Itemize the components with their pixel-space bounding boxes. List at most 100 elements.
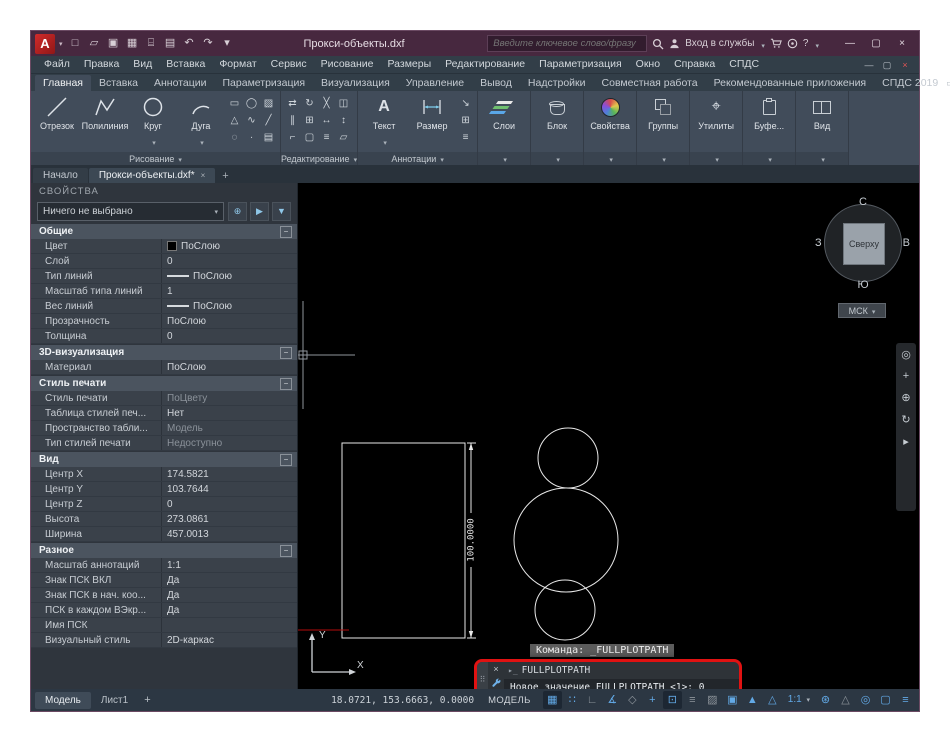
draw-panel-label[interactable]: Рисование <box>31 152 280 165</box>
ribbon-tab[interactable]: Рекомендованные приложения <box>706 75 875 91</box>
array-icon[interactable]: ⊞ <box>302 113 317 128</box>
property-value[interactable]: ПоЦвету <box>161 391 297 405</box>
clipboard-panel-label[interactable] <box>743 152 795 165</box>
property-row[interactable]: Ширина457.0013 <box>31 527 297 542</box>
property-value[interactable]: 457.0013 <box>161 527 297 541</box>
clean-screen-icon[interactable]: ▢ <box>876 691 895 709</box>
doc-restore-button[interactable]: ▢ <box>879 58 895 72</box>
ribbon-tab[interactable]: Аннотации <box>146 75 215 91</box>
annotation-scale-button[interactable]: 1:1 <box>783 691 815 710</box>
property-row[interactable]: ПСК в каждом ВЭкр...Да <box>31 603 297 618</box>
property-row[interactable]: Знак ПСК в нач. коо...Да <box>31 588 297 603</box>
save-icon[interactable]: ▣ <box>105 35 122 52</box>
ribbon-tab[interactable]: Вывод <box>472 75 520 91</box>
doc-minimize-button[interactable]: — <box>861 58 877 72</box>
property-value[interactable]: ПоСлою <box>161 360 297 374</box>
plot-icon[interactable]: ▤ <box>162 35 179 52</box>
maximize-button[interactable]: ▢ <box>863 34 889 53</box>
property-value[interactable]: Да <box>161 588 297 602</box>
layout-tab[interactable]: Модель <box>35 692 91 709</box>
property-row[interactable]: Тип линийПоСлою <box>31 269 297 284</box>
text-button[interactable]: A Текст <box>362 94 406 150</box>
wcs-dropdown[interactable]: МСК <box>838 303 886 318</box>
groups-panel-label[interactable] <box>637 152 689 165</box>
annotation-visibility-icon[interactable]: ▲ <box>743 691 762 709</box>
object-type-dropdown[interactable]: Ничего не выбрано <box>37 202 224 221</box>
layers-panel-label[interactable] <box>478 152 530 165</box>
orbit-icon[interactable]: ↻ <box>901 413 910 426</box>
circle-dropdown-icon[interactable] <box>150 132 156 150</box>
property-value[interactable]: ПоСлою <box>161 314 297 328</box>
menu-item[interactable]: СПДС <box>722 56 766 73</box>
property-row[interactable]: Центр Z0 <box>31 497 297 512</box>
ribbon-tab[interactable]: Главная <box>35 75 91 91</box>
property-value[interactable]: 1 <box>161 284 297 298</box>
layers-button[interactable]: Слои <box>482 94 526 131</box>
transparency-icon[interactable]: ▨ <box>703 691 722 709</box>
object-snap-icon[interactable]: ⊡ <box>663 691 682 709</box>
property-row[interactable]: Тип стилей печатиНедоступно <box>31 436 297 451</box>
ribbon-tab[interactable]: Визуализация <box>313 75 398 91</box>
search-binoculars-icon[interactable] <box>652 38 664 50</box>
offset-icon[interactable]: ∥ <box>285 113 300 128</box>
menu-item[interactable]: Правка <box>77 56 126 73</box>
undo-icon[interactable]: ↶ <box>181 35 198 52</box>
erase-icon[interactable]: ▢ <box>302 130 317 145</box>
redo-icon[interactable]: ↷ <box>200 35 217 52</box>
top-circle-entity[interactable] <box>538 428 598 488</box>
property-row[interactable]: Стиль печатиПоЦвету <box>31 391 297 406</box>
section-header[interactable]: Разное− <box>31 543 297 558</box>
print-icon[interactable]: ⌸ <box>143 35 160 52</box>
new-document-tab-button[interactable]: + <box>216 169 234 183</box>
autoscale-icon[interactable]: △ <box>763 691 782 709</box>
app-menu-caret-icon[interactable]: ▾ <box>59 40 63 48</box>
properties-button[interactable]: Свойства <box>588 94 632 131</box>
select-objects-icon[interactable]: ▶ <box>250 202 269 221</box>
explode-icon[interactable]: ≡ <box>319 130 334 145</box>
middle-circle-entity[interactable] <box>514 488 618 592</box>
quick-select-icon[interactable]: ▼ <box>272 202 291 221</box>
property-value[interactable]: ПоСлою <box>161 269 297 283</box>
recent-commands-icon[interactable]: ▸_ <box>508 666 518 675</box>
rectangle-icon[interactable]: ▭ <box>227 96 242 111</box>
property-row[interactable]: Пространство табли...Модель <box>31 421 297 436</box>
grid-icon[interactable]: ▦ <box>543 691 562 709</box>
minimize-button[interactable]: — <box>837 34 863 53</box>
scale-icon[interactable]: ↕ <box>336 113 351 128</box>
ribbon-tab[interactable]: Надстройки <box>520 75 594 91</box>
property-value[interactable]: 2D-каркас <box>161 633 297 647</box>
showmotion-icon[interactable]: ▸ <box>903 435 909 448</box>
property-value[interactable]: 0 <box>161 254 297 268</box>
property-row[interactable]: ЦветПоСлою <box>31 239 297 254</box>
view-panel-label[interactable] <box>796 152 848 165</box>
viewcube[interactable]: С Ю З В Сверху <box>817 197 909 289</box>
gradient-icon[interactable]: ▤ <box>261 130 276 145</box>
move-icon[interactable]: ⇄ <box>285 96 300 111</box>
property-row[interactable]: Толщина0 <box>31 329 297 344</box>
menu-item[interactable]: Справка <box>667 56 722 73</box>
toggle-pickadd-icon[interactable]: ⊕ <box>228 202 247 221</box>
spline-icon[interactable]: ∿ <box>244 113 259 128</box>
command-line-window[interactable]: ⠿ × ▸_ FULLPLOTPATH Новое значени <box>474 659 742 689</box>
save-as-icon[interactable]: ▦ <box>124 35 141 52</box>
command-history-line[interactable]: ▸_ FULLPLOTPATH <box>504 662 739 679</box>
command-input-line[interactable]: Новое значение FULLPLOTPATH <1>: 0 <box>504 679 739 689</box>
clipboard-button[interactable]: Буфе... <box>747 94 791 131</box>
circle-button[interactable]: Круг <box>131 94 175 150</box>
property-value[interactable]: Нет <box>161 406 297 420</box>
collapse-icon[interactable]: − <box>280 226 292 238</box>
ortho-mode-icon[interactable]: ∟ <box>583 691 602 709</box>
donut-icon[interactable]: ∙ <box>244 130 259 145</box>
osnap-tracking-icon[interactable]: + <box>643 691 662 709</box>
property-value[interactable]: Недоступно <box>161 436 297 450</box>
doc-close-button[interactable]: × <box>897 58 913 72</box>
rectangle-entity[interactable] <box>342 443 465 638</box>
help-icon[interactable]: ? <box>803 38 809 49</box>
new-file-icon[interactable]: □ <box>67 35 84 52</box>
property-value[interactable]: ПоСлою <box>161 299 297 313</box>
coordinates-display[interactable]: 18.0721, 153.6663, 0.0000 <box>331 695 474 706</box>
customize-icon[interactable]: ≡ <box>896 691 915 709</box>
property-row[interactable]: Таблица стилей печ...Нет <box>31 406 297 421</box>
section-header[interactable]: Общие− <box>31 224 297 239</box>
property-row[interactable]: Имя ПСК <box>31 618 297 633</box>
